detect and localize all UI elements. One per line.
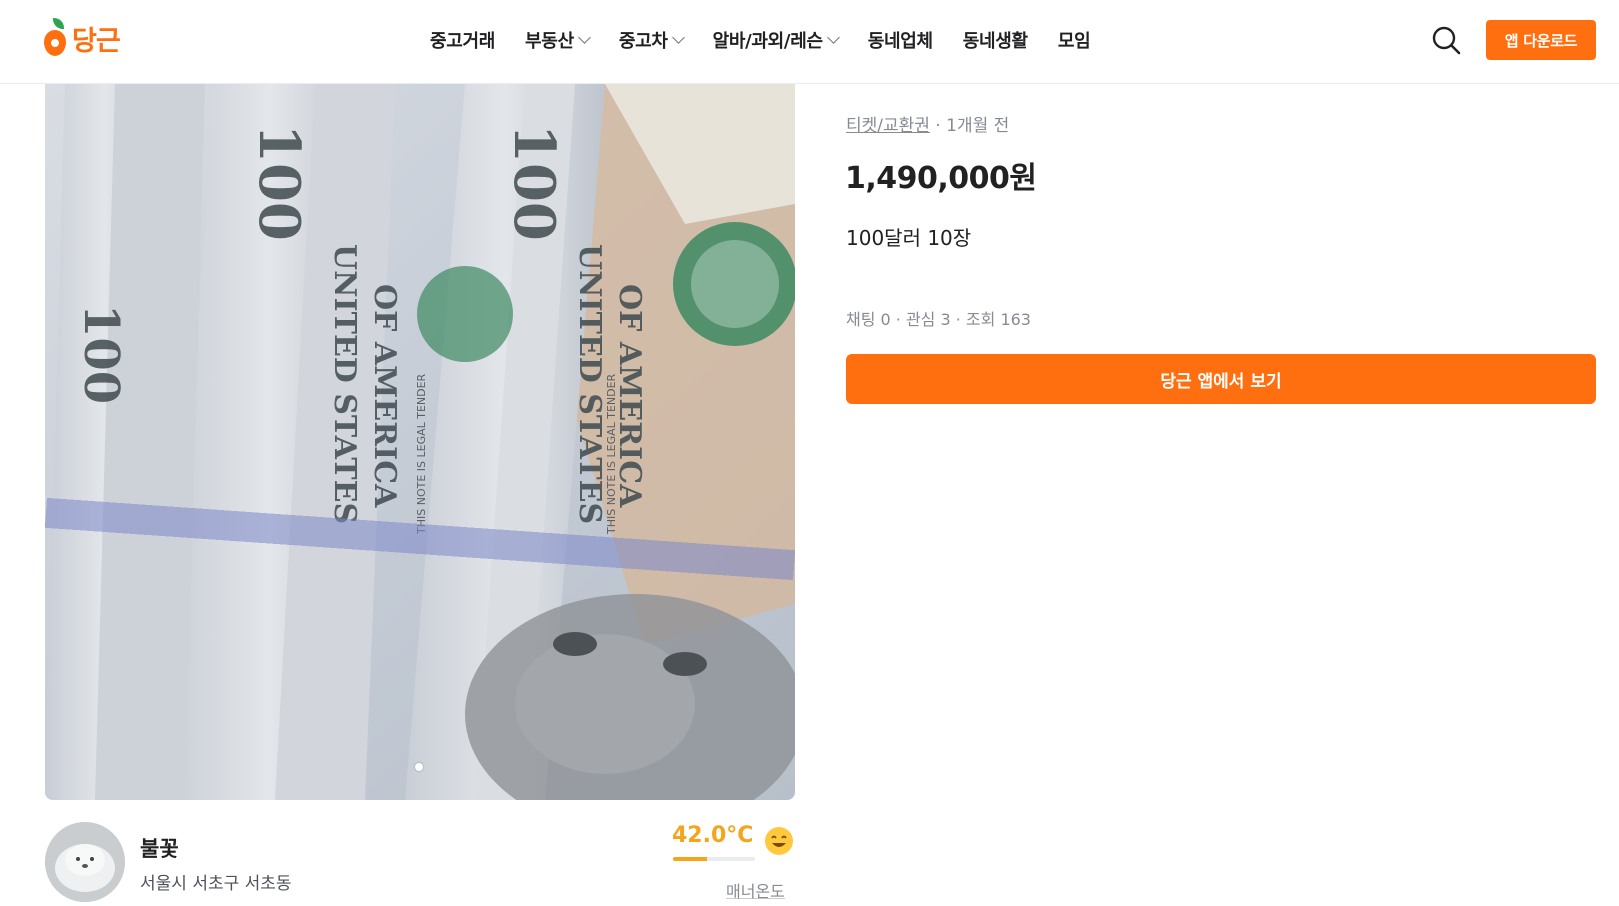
manner-temperature: 42.0°C bbox=[672, 823, 754, 848]
svg-text:UNITED STATES: UNITED STATES bbox=[327, 244, 362, 524]
app-download-button[interactable]: 앱 다운로드 bbox=[1486, 20, 1596, 60]
product-stats: 채팅 0 · 관심 3 · 조회 163 bbox=[846, 310, 1031, 329]
main-nav: 중고거래 부동산 중고차 알바/과외/레슨 동네업체 동네생활 모임 bbox=[430, 24, 1120, 56]
manner-temperature-label[interactable]: 매너온도 bbox=[726, 878, 785, 902]
nav-item-jobs[interactable]: 알바/과외/레슨 bbox=[713, 27, 840, 53]
chevron-down-icon bbox=[671, 30, 685, 44]
top-header: 당근 중고거래 부동산 중고차 알바/과외/레슨 동네업체 동네생활 모임 앱 … bbox=[0, 0, 1619, 84]
svg-text:OF AMERICA: OF AMERICA bbox=[367, 284, 402, 508]
nav-item-real-estate[interactable]: 부동산 bbox=[525, 27, 591, 53]
svg-text:UNITED STATES: UNITED STATES bbox=[572, 244, 607, 524]
daangn-logo[interactable]: 당근 bbox=[44, 18, 121, 58]
chevron-down-icon bbox=[577, 30, 591, 44]
nav-item-local-life[interactable]: 동네생활 bbox=[963, 27, 1028, 53]
temperature-bar-fill bbox=[673, 857, 708, 861]
svg-text:100: 100 bbox=[246, 124, 312, 241]
nav-item-groups[interactable]: 모임 bbox=[1058, 27, 1091, 53]
carousel-dot[interactable] bbox=[415, 763, 423, 771]
seller-name: 불꽃 bbox=[140, 837, 179, 861]
time-ago: · 1개월 전 bbox=[935, 116, 1010, 136]
category-link[interactable]: 티켓/교환권 bbox=[846, 116, 930, 136]
product-image[interactable]: 100 100 100 UNITED STATES UNITED STATES … bbox=[45, 84, 795, 800]
avatar[interactable] bbox=[45, 822, 125, 902]
nav-item-used-car[interactable]: 중고차 bbox=[619, 27, 685, 53]
temperature-bar bbox=[673, 857, 755, 861]
svg-text:100: 100 bbox=[73, 304, 129, 404]
price: 1,490,000원 bbox=[845, 161, 1037, 196]
product-description: 100달러 10장 bbox=[846, 226, 972, 250]
chevron-down-icon bbox=[826, 30, 840, 44]
open-in-app-button[interactable]: 당근 앱에서 보기 bbox=[846, 354, 1596, 404]
nav-item-local-business[interactable]: 동네업체 bbox=[868, 27, 933, 53]
search-icon[interactable] bbox=[1430, 24, 1462, 56]
smile-emoji-icon bbox=[764, 826, 794, 856]
logo-text: 당근 bbox=[72, 25, 121, 57]
carrot-logo-icon bbox=[44, 18, 68, 58]
nav-item-used-trade[interactable]: 중고거래 bbox=[430, 27, 495, 53]
seller-location: 서울시 서초구 서초동 bbox=[140, 874, 292, 894]
svg-text:100: 100 bbox=[501, 124, 567, 241]
svg-text:THIS NOTE IS LEGAL TENDER: THIS NOTE IS LEGAL TENDER bbox=[605, 373, 618, 535]
product-meta: 티켓/교환권 · 1개월 전 bbox=[846, 111, 1009, 136]
svg-text:THIS NOTE IS LEGAL TENDER: THIS NOTE IS LEGAL TENDER bbox=[415, 373, 428, 535]
